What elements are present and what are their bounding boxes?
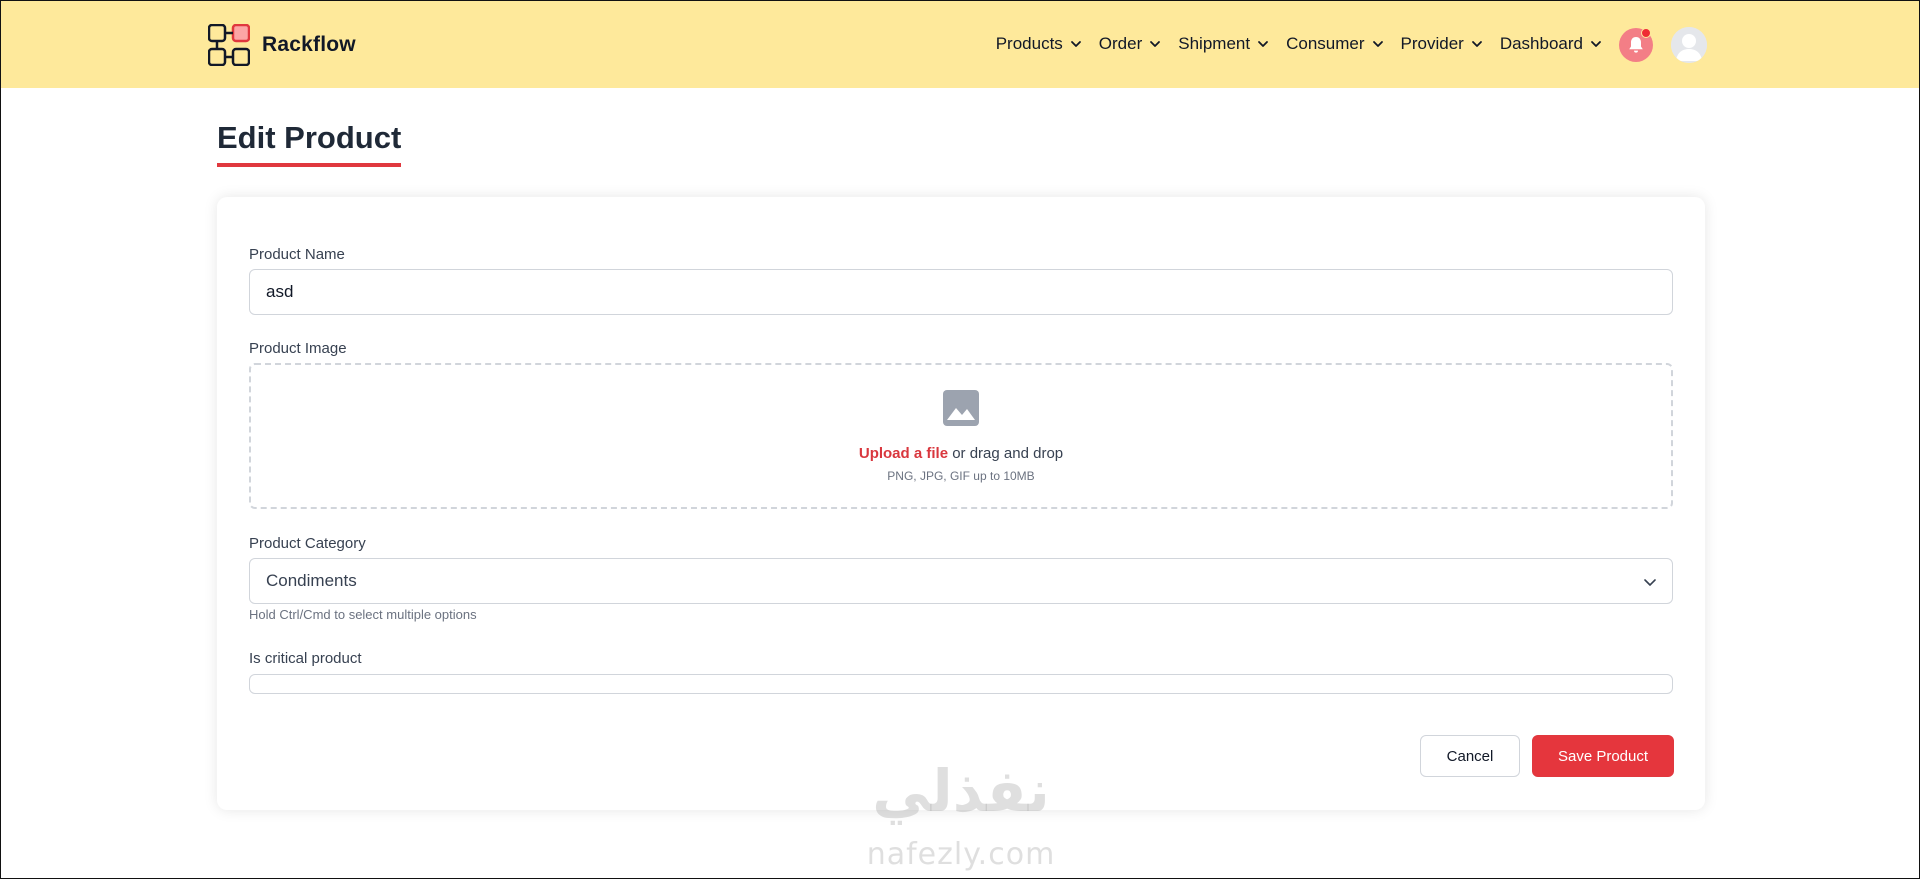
nav-label: Dashboard <box>1499 34 1583 53</box>
nav-dashboard[interactable]: Dashboard <box>1500 34 1603 54</box>
save-product-button[interactable]: Save Product <box>1532 735 1674 777</box>
chevron-down-icon <box>1070 41 1081 47</box>
brand-name: Rackflow <box>262 33 356 56</box>
product-name-label: Product Name <box>249 246 345 263</box>
top-navigation-bar: Rackflow Products Order Shipment Consume… <box>1 1 1919 88</box>
product-category-label: Product Category <box>249 535 366 552</box>
nav-consumer[interactable]: Consumer <box>1286 34 1384 54</box>
user-avatar[interactable] <box>1671 27 1707 63</box>
chevron-down-icon <box>1471 41 1482 47</box>
user-avatar-icon <box>1671 27 1707 63</box>
nav-label: Products <box>995 34 1063 53</box>
upload-file-link[interactable]: Upload a file <box>859 445 948 462</box>
nav-order[interactable]: Order <box>1099 34 1162 54</box>
upload-hint: PNG, JPG, GIF up to 10MB <box>887 469 1035 483</box>
chevron-down-icon <box>1591 41 1601 47</box>
image-icon <box>943 390 979 426</box>
chevron-down-icon <box>1372 41 1383 47</box>
nav-label: Shipment <box>1178 34 1251 53</box>
watermark-latin: nafezly.com <box>866 837 1056 872</box>
image-dropzone[interactable]: Upload a file or drag and drop PNG, JPG,… <box>249 363 1673 509</box>
page-title: Edit Product <box>217 119 402 167</box>
product-image-label: Product Image <box>249 340 347 357</box>
chevron-down-icon <box>1258 41 1268 47</box>
upload-instructions: Upload a file or drag and drop <box>251 445 1671 462</box>
chevron-down-icon <box>1150 41 1161 47</box>
nav-label: Order <box>1098 34 1143 53</box>
watermark-arabic: نفذلي <box>872 757 1050 825</box>
nav-products[interactable]: Products <box>996 34 1083 54</box>
nav-provider[interactable]: Provider <box>1401 34 1484 54</box>
critical-product-label: Is critical product <box>249 650 362 667</box>
nav-label: Provider <box>1400 34 1464 53</box>
main-nav: Products Order Shipment Consumer Provide… <box>996 29 1603 59</box>
notification-dot <box>1641 28 1651 38</box>
category-hint: Hold Ctrl/Cmd to select multiple options <box>249 607 477 622</box>
cancel-button[interactable]: Cancel <box>1420 735 1520 777</box>
upload-drag-text: or drag and drop <box>948 445 1064 462</box>
critical-product-field[interactable] <box>249 674 1673 694</box>
nav-label: Consumer <box>1286 34 1365 53</box>
selected-category: Condiments <box>266 571 357 590</box>
edit-product-form: Product Name Product Image Upload a file… <box>217 197 1705 810</box>
product-name-input[interactable] <box>249 269 1673 315</box>
product-category-select[interactable]: Condiments <box>249 558 1673 604</box>
bell-icon <box>1629 37 1643 53</box>
notification-button[interactable] <box>1619 28 1653 62</box>
nav-shipment[interactable]: Shipment <box>1178 34 1270 54</box>
rackflow-logo-icon <box>208 24 250 66</box>
brand[interactable]: Rackflow <box>208 24 356 66</box>
chevron-down-icon <box>1644 579 1656 586</box>
